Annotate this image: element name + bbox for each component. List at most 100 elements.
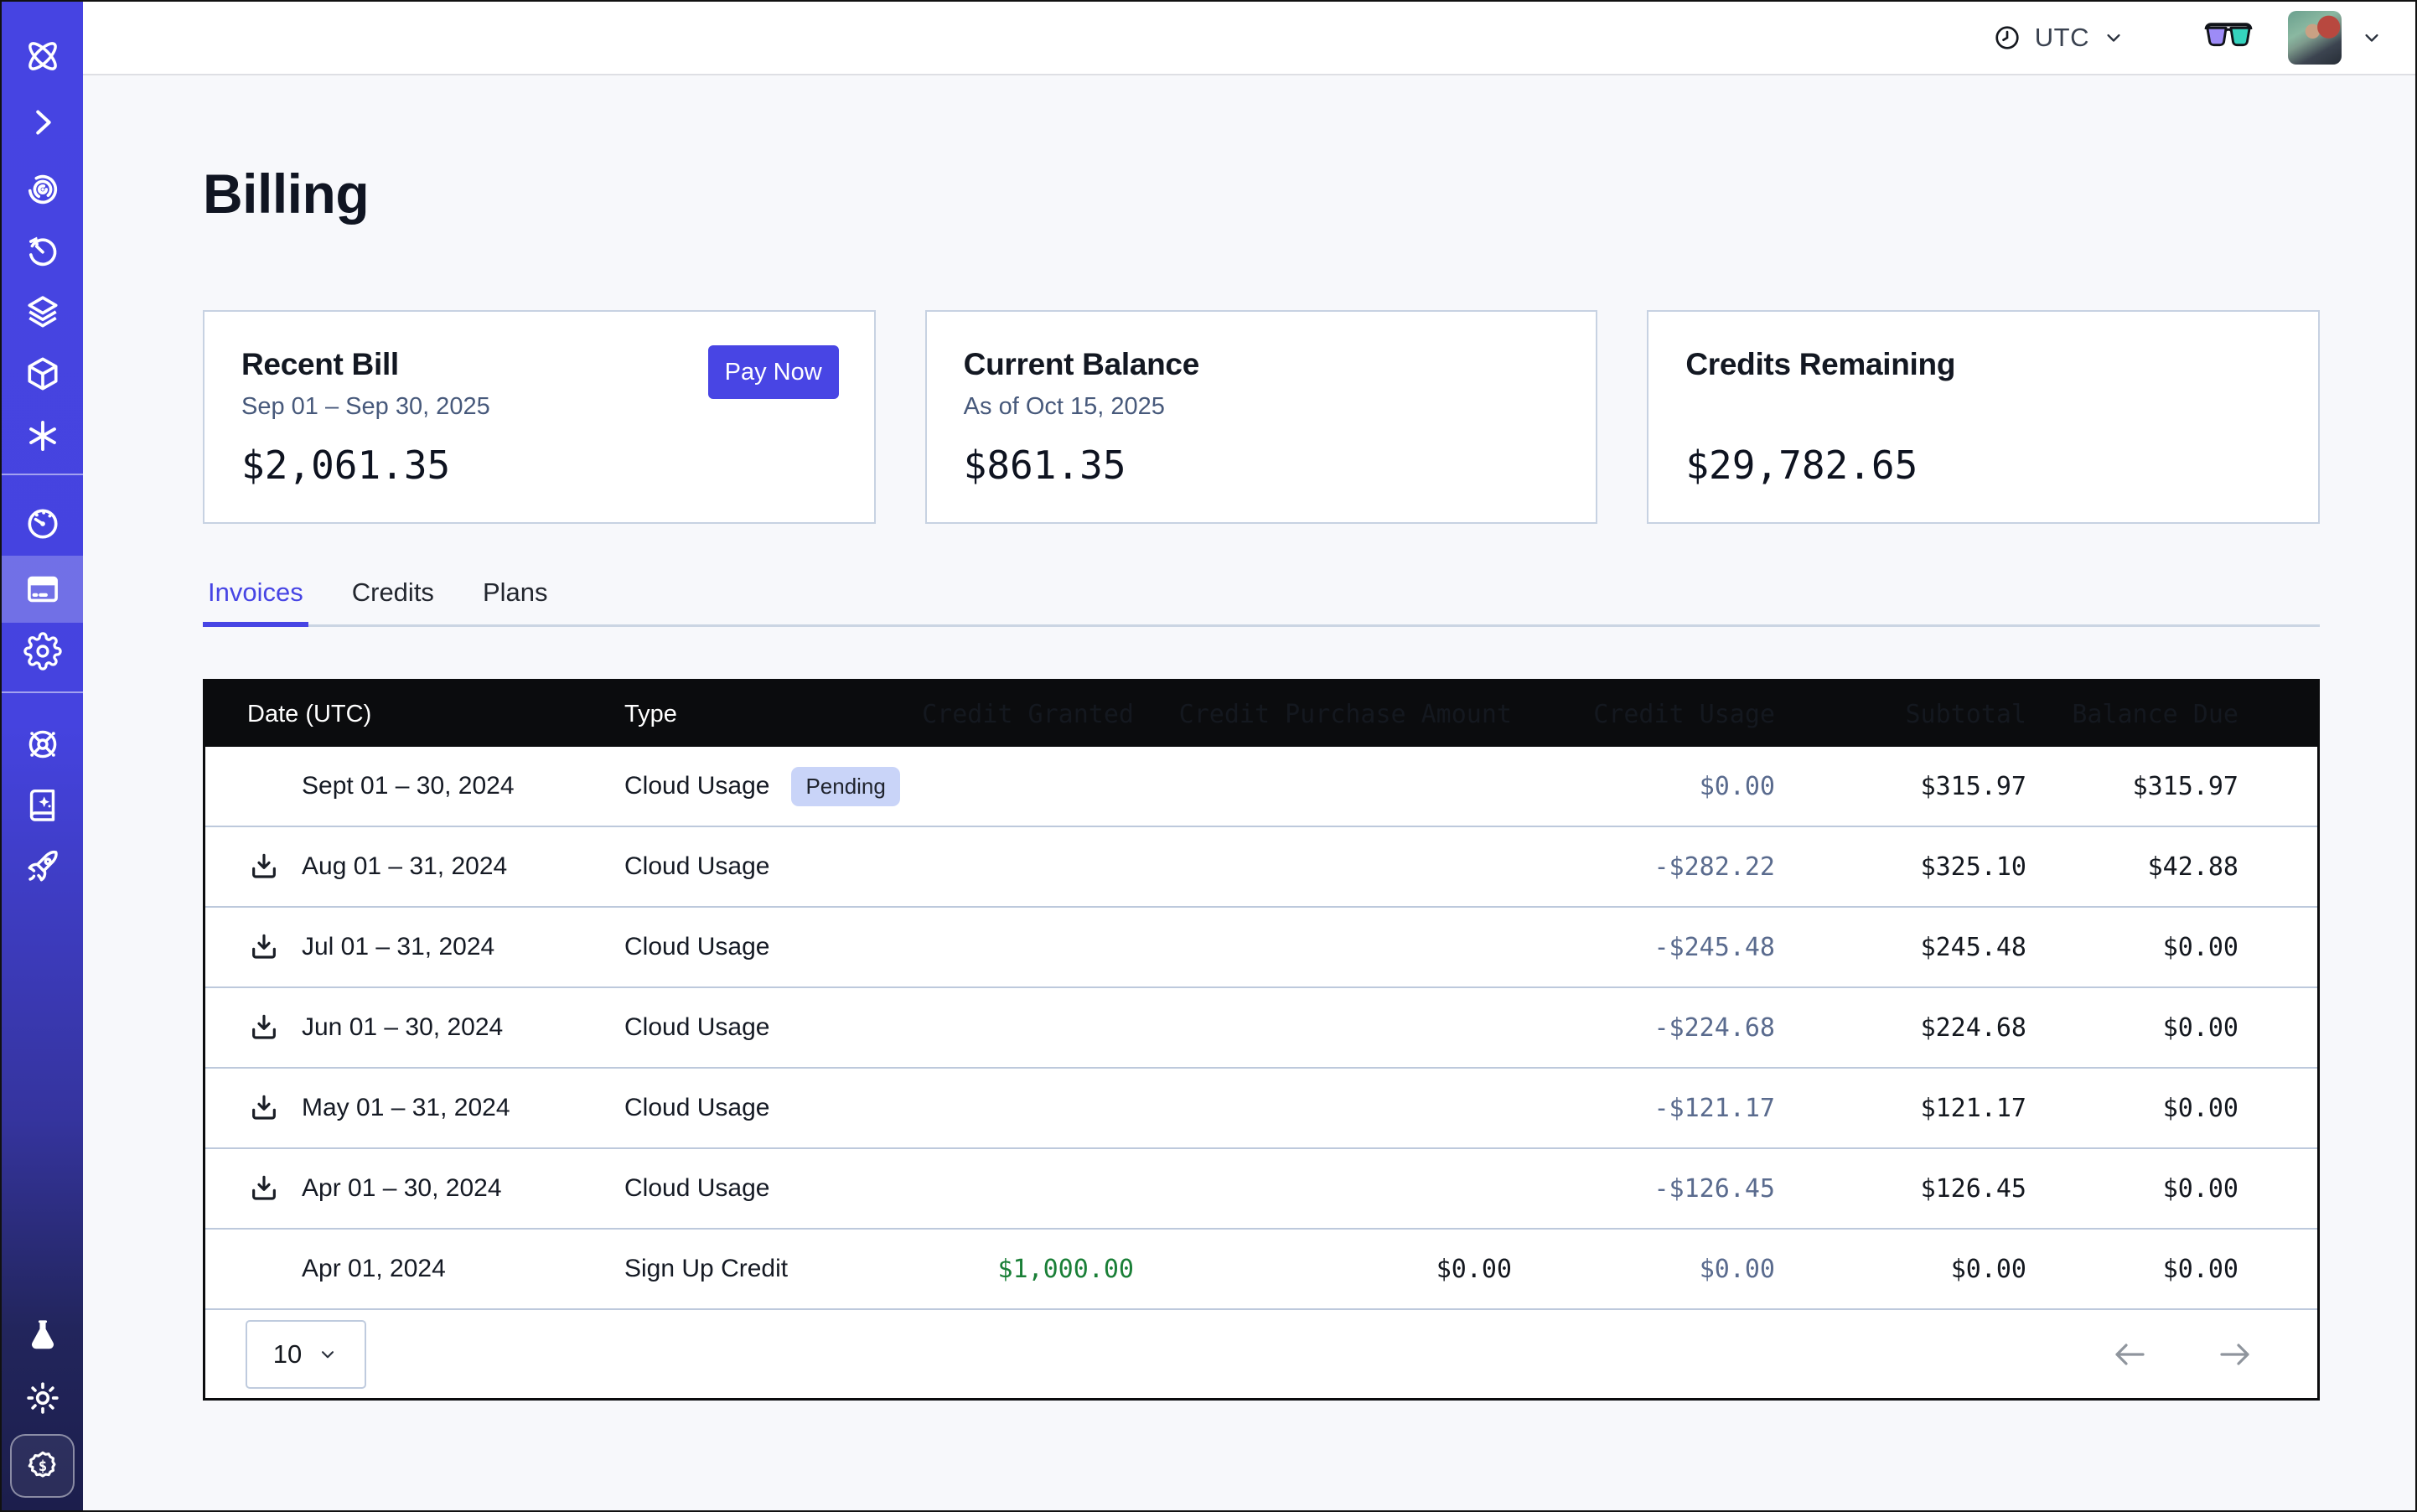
sidebar-item-rocket-icon[interactable] <box>2 833 83 900</box>
invoice-row: Sept 01 – 30, 2024 Cloud Usage Pending $… <box>205 747 2317 827</box>
pay-now-button[interactable]: Pay Now <box>708 345 839 399</box>
arrow-left-icon <box>2109 1334 2150 1375</box>
column-header: Credit Usage <box>1512 700 1775 729</box>
card-title: Credits Remaining <box>1685 347 2281 382</box>
date-cell: May 01 – 31, 2024 <box>247 1091 624 1125</box>
type-cell: Cloud Usage <box>624 1094 918 1122</box>
download-invoice-button[interactable] <box>247 1091 281 1125</box>
invoice-period: Aug 01 – 31, 2024 <box>302 852 507 881</box>
invoice-period: Sept 01 – 30, 2024 <box>302 772 515 800</box>
credit-usage-value: $0.00 <box>1512 772 1775 801</box>
date-cell: Jul 01 – 31, 2024 <box>247 930 624 964</box>
current-balance-card: Current Balance As of Oct 15, 2025 $861.… <box>925 310 1598 524</box>
clock-icon <box>1992 23 2022 53</box>
date-cell: Aug 01 – 31, 2024 <box>247 850 624 883</box>
timezone-label: UTC <box>2035 23 2089 53</box>
sidebar-item-spiral-eye-icon[interactable] <box>2 156 83 223</box>
subtotal-value: $121.17 <box>1775 1094 2026 1123</box>
balance-due-value: $0.00 <box>2026 933 2238 962</box>
next-page-button[interactable] <box>2215 1334 2255 1375</box>
sidebar-item-logo-orbit-icon[interactable] <box>2 23 83 90</box>
previous-page-button[interactable] <box>2109 1334 2150 1375</box>
glasses-button[interactable] <box>2204 22 2253 54</box>
type-cell: Cloud Usage <box>624 933 918 961</box>
invoice-row: May 01 – 31, 2024 Cloud Usage -$121.17 $… <box>205 1069 2317 1149</box>
invoices-table: Date (UTC)TypeCredit GrantedCredit Purch… <box>203 679 2320 1401</box>
account-menu[interactable] <box>2288 11 2383 65</box>
download-invoice-button[interactable] <box>247 850 281 883</box>
sidebar-item-helm-icon[interactable] <box>2 711 83 778</box>
credits-remaining-amount: $29,782.65 <box>1685 443 2281 488</box>
subtotal-value: $0.00 <box>1775 1255 2026 1284</box>
credit-granted-value: $1,000.00 <box>918 1255 1134 1284</box>
table-header: Date (UTC)TypeCredit GrantedCredit Purch… <box>205 681 2317 747</box>
sidebar-item-gauge-icon[interactable] <box>2 490 83 557</box>
type-cell: Sign Up Credit <box>624 1255 918 1283</box>
download-invoice-button[interactable] <box>247 1172 281 1205</box>
recent-bill-amount: $2,061.35 <box>241 443 837 488</box>
topbar: UTC <box>83 2 2415 75</box>
type-cell: Cloud Usage <box>624 1013 918 1042</box>
invoice-type: Cloud Usage <box>624 1174 769 1203</box>
balance-due-value: $0.00 <box>2026 1255 2238 1284</box>
chevron-down-icon <box>317 1344 339 1365</box>
invoice-row: Apr 01 – 30, 2024 Cloud Usage -$126.45 $… <box>205 1149 2317 1230</box>
tab-invoices[interactable]: Invoices <box>203 577 308 624</box>
subtotal-value: $315.97 <box>1775 772 2026 801</box>
sidebar-item-asterisk-icon[interactable] <box>2 402 83 469</box>
invoice-type: Cloud Usage <box>624 933 769 961</box>
tab-credits[interactable]: Credits <box>347 577 439 624</box>
sidebar: $ <box>2 2 83 1510</box>
sidebar-item-book-sparkle-icon[interactable] <box>2 771 83 838</box>
date-cell: Apr 01, 2024 <box>247 1252 624 1286</box>
date-cell: Apr 01 – 30, 2024 <box>247 1172 624 1205</box>
sidebar-item-dollar-badge-icon[interactable]: $ <box>10 1434 75 1498</box>
invoice-type: Cloud Usage <box>624 852 769 881</box>
invoice-period: Jul 01 – 31, 2024 <box>302 933 494 961</box>
tab-plans[interactable]: Plans <box>478 577 553 624</box>
invoice-type: Cloud Usage <box>624 1094 769 1122</box>
date-cell: Jun 01 – 30, 2024 <box>247 1011 624 1044</box>
sidebar-item-chevron-right-icon[interactable] <box>2 89 83 156</box>
billing-tabs: Invoices Credits Plans <box>203 577 2320 627</box>
sidebar-item-sun-icon[interactable] <box>2 1364 83 1432</box>
table-body: Sept 01 – 30, 2024 Cloud Usage Pending $… <box>205 747 2317 1310</box>
current-balance-amount: $861.35 <box>964 443 1560 488</box>
topbar-right: UTC <box>1992 11 2415 65</box>
credit-usage-value: $0.00 <box>1512 1255 1775 1284</box>
credit-usage-value: -$126.45 <box>1512 1174 1775 1204</box>
balance-due-value: $315.97 <box>2026 772 2238 801</box>
column-header: Balance Due <box>2026 700 2238 729</box>
subtotal-value: $325.10 <box>1775 852 2026 882</box>
balance-due-value: $0.00 <box>2026 1013 2238 1043</box>
column-header: Date (UTC) <box>247 701 624 728</box>
credits-remaining-card: Credits Remaining $29,782.65 <box>1647 310 2320 524</box>
sidebar-item-cube-icon[interactable] <box>2 340 83 407</box>
sidebar-item-timer-icon[interactable] <box>2 218 83 285</box>
invoice-row: Aug 01 – 31, 2024 Cloud Usage -$282.22 $… <box>205 827 2317 908</box>
sidebar-item-layers-icon[interactable] <box>2 278 83 345</box>
credit-purchase-value: $0.00 <box>1134 1255 1512 1284</box>
balance-due-value: $0.00 <box>2026 1094 2238 1123</box>
chevron-down-icon <box>2360 26 2383 49</box>
credit-usage-value: -$245.48 <box>1512 933 1775 962</box>
page-size-select[interactable]: 10 <box>246 1320 366 1389</box>
billing-page: Billing Recent Bill Sep 01 – Sep 30, 202… <box>83 75 2415 1510</box>
sidebar-item-gear-icon[interactable] <box>2 618 83 685</box>
download-invoice-button[interactable] <box>247 1011 281 1044</box>
type-cell: Cloud Usage <box>624 852 918 881</box>
invoice-row: Jul 01 – 31, 2024 Cloud Usage -$245.48 $… <box>205 908 2317 988</box>
timezone-picker[interactable]: UTC <box>1992 23 2125 53</box>
column-header: Credit Purchase Amount <box>1134 700 1512 729</box>
download-invoice-button[interactable] <box>247 930 281 964</box>
subtotal-value: $126.45 <box>1775 1174 2026 1204</box>
type-cell: Cloud Usage Pending <box>624 767 918 806</box>
subtotal-value: $224.68 <box>1775 1013 2026 1043</box>
page-size-value: 10 <box>273 1339 302 1370</box>
sidebar-item-flask-icon[interactable] <box>2 1302 83 1370</box>
type-cell: Cloud Usage <box>624 1174 918 1203</box>
svg-text:$: $ <box>38 1458 46 1475</box>
invoice-period: Apr 01 – 30, 2024 <box>302 1174 502 1203</box>
sidebar-item-billing-card-icon[interactable] <box>2 556 83 623</box>
app-window: $ UTC Billing <box>0 0 2417 1512</box>
